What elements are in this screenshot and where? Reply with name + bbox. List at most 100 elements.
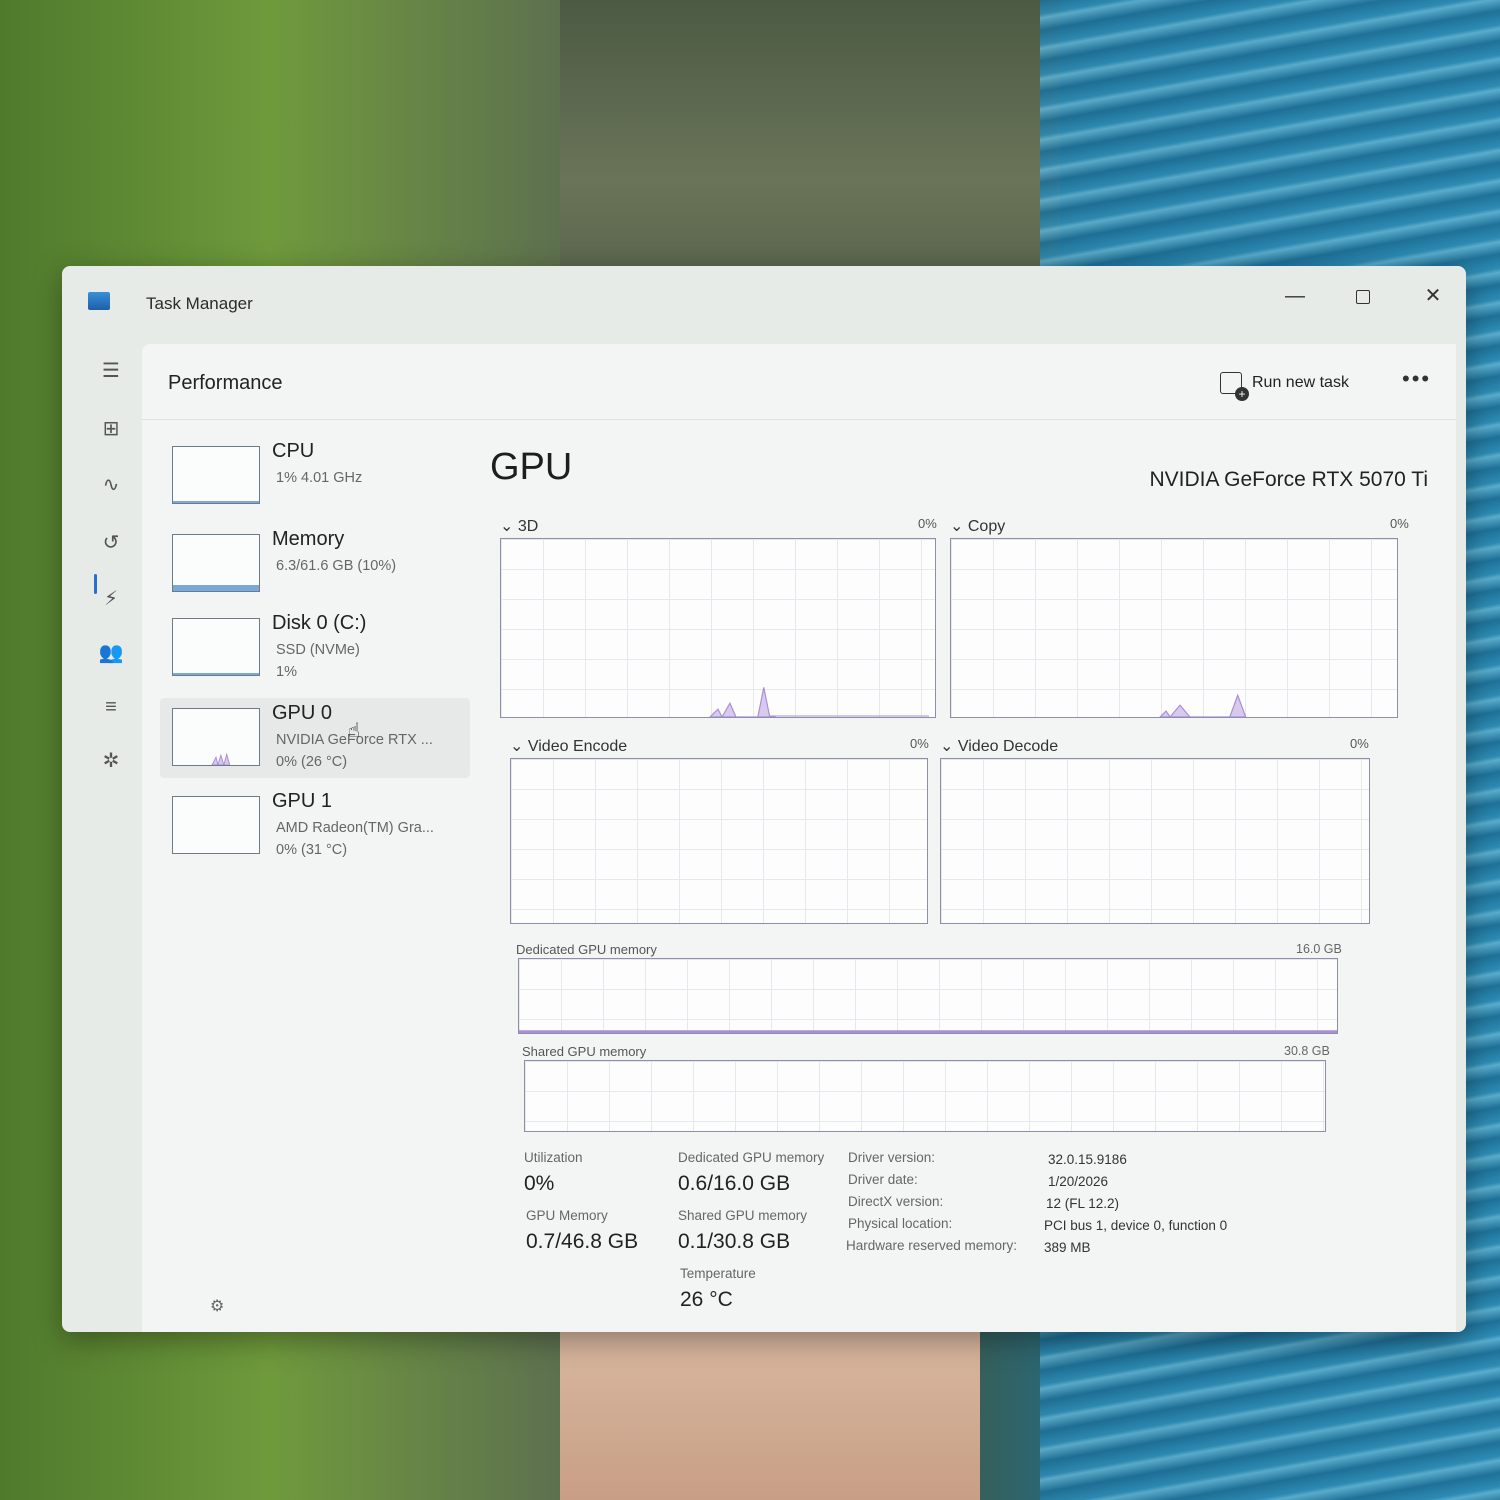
title-bar[interactable]: Task Manager — ✕ — [62, 266, 1466, 344]
hand-pointer-cursor-icon: ☝ — [348, 720, 361, 742]
wallpaper-cliff — [560, 0, 1060, 300]
graph-3d — [500, 538, 936, 718]
device-gpu-1[interactable]: GPU 1 AMD Radeon(TM) Gra... 0% (31 °C) — [160, 786, 470, 866]
device-memory[interactable]: Memory 6.3/61.6 GB (10%) — [160, 524, 470, 604]
shared-memory-graph-label: Shared GPU memory — [522, 1044, 647, 1059]
users-icon[interactable]: 👥 — [96, 638, 126, 668]
window-title: Task Manager — [146, 294, 253, 313]
driver-date-label: Driver date: — [848, 1172, 918, 1187]
device-name: GPU 0 — [272, 702, 333, 724]
memory-thumbnail-fill — [173, 585, 259, 591]
device-detail: SSD (NVMe) — [276, 642, 360, 658]
page-title: Performance — [168, 372, 283, 394]
gpu-memory-label: GPU Memory — [526, 1208, 608, 1223]
performance-icon[interactable]: ∿ — [96, 470, 126, 500]
hardware-reserved-memory-value: 389 MB — [1044, 1240, 1091, 1255]
gpu-heading: GPU — [490, 446, 573, 488]
device-disk-0[interactable]: Disk 0 (C:) SSD (NVMe) 1% — [160, 608, 470, 688]
more-options-button[interactable]: ••• — [1402, 366, 1431, 392]
device-detail: 6.3/61.6 GB (10%) — [276, 558, 397, 574]
gpu1-thumbnail-graph — [172, 796, 260, 854]
device-usage: 1% — [276, 664, 297, 680]
run-new-task-icon — [1220, 372, 1249, 401]
app-history-icon[interactable]: ↺ — [96, 528, 126, 558]
gpu-detail-panel: GPU NVIDIA GeForce RTX 5070 Ti ⌄ 3D 0% ⌄… — [488, 436, 1438, 1316]
shared-memory-label: Shared GPU memory — [678, 1208, 808, 1223]
hardware-reserved-memory-label: Hardware reserved memory: — [846, 1238, 1018, 1253]
hamburger-menu-icon[interactable]: ☰ — [96, 356, 126, 386]
temperature-label: Temperature — [680, 1266, 756, 1281]
device-detail: 1% 4.01 GHz — [276, 470, 363, 486]
dedicated-memory-graph-label: Dedicated GPU memory — [516, 942, 657, 957]
chevron-down-icon: ⌄ — [500, 518, 518, 535]
physical-location-label: Physical location: — [848, 1216, 953, 1231]
graph-copy — [950, 538, 1398, 718]
engine-percent: 0% — [918, 516, 937, 531]
engine-label: Video Encode — [527, 738, 628, 755]
chevron-down-icon: ⌄ — [510, 738, 528, 755]
task-manager-app-icon — [88, 292, 110, 310]
cpu-thumbnail-graph — [172, 446, 260, 504]
graph-video-decode — [940, 758, 1370, 924]
disk-thumbnail-fill — [173, 673, 259, 675]
device-name: CPU — [272, 440, 315, 462]
device-name: GPU 1 — [272, 790, 333, 812]
gpu0-thumbnail-graph — [172, 708, 260, 766]
minimize-button[interactable]: — — [1270, 276, 1320, 316]
shared-memory-value: 0.1/30.8 GB — [678, 1230, 791, 1253]
run-new-task-label: Run new task — [1252, 374, 1349, 391]
engine-selector-3d[interactable]: ⌄ 3D — [500, 516, 538, 536]
engine-percent: 0% — [1350, 736, 1369, 751]
engine-label: Copy — [967, 518, 1006, 535]
services-icon[interactable]: ✲ — [96, 746, 126, 776]
gpu-memory-value: 0.7/46.8 GB — [526, 1230, 639, 1253]
disk-thumbnail-graph — [172, 618, 260, 676]
device-cpu[interactable]: CPU 1% 4.01 GHz — [160, 436, 470, 516]
driver-date-value: 1/20/2026 — [1048, 1174, 1109, 1189]
dedicated-memory-value: 0.6/16.0 GB — [678, 1172, 791, 1195]
engine-percent: 0% — [910, 736, 929, 751]
engine-selector-copy[interactable]: ⌄ Copy — [950, 516, 1005, 536]
graph-dedicated-memory — [518, 958, 1338, 1034]
processes-icon[interactable]: ⊞ — [96, 414, 126, 444]
engine-percent: 0% — [1390, 516, 1409, 531]
device-name: Memory — [272, 528, 345, 550]
settings-gear-icon[interactable]: ⚙ — [210, 1296, 224, 1316]
close-button[interactable]: ✕ — [1408, 276, 1458, 316]
page-header: Performance Run new task ••• — [142, 344, 1456, 420]
utilization-value: 0% — [524, 1172, 555, 1195]
engine-label: Video Decode — [957, 738, 1059, 755]
wallpaper-beach — [560, 1330, 980, 1500]
details-icon[interactable]: ≡ — [96, 692, 126, 722]
gpu-model-name: NVIDIA GeForce RTX 5070 Ti — [1149, 468, 1428, 491]
temperature-value: 26 °C — [680, 1288, 733, 1311]
maximize-icon — [1356, 289, 1370, 304]
graph-shared-memory — [524, 1060, 1326, 1132]
engine-selector-video-encode[interactable]: ⌄ Video Encode — [510, 736, 627, 756]
run-new-task-button[interactable]: Run new task — [1220, 368, 1349, 401]
chevron-down-icon: ⌄ — [940, 738, 958, 755]
graph-video-encode — [510, 758, 928, 924]
dedicated-memory-label: Dedicated GPU memory — [678, 1150, 825, 1165]
directx-version-value: 12 (FL 12.2) — [1046, 1196, 1120, 1211]
engine-selector-video-decode[interactable]: ⌄ Video Decode — [940, 736, 1058, 756]
device-name: Disk 0 (C:) — [272, 612, 367, 634]
task-manager-window: Task Manager — ✕ ☰ ⊞ ∿ ↺ ⚡ 👥 ≡ ✲ Perform… — [62, 266, 1466, 1332]
device-gpu-0[interactable]: GPU 0 NVIDIA GeForce RTX ... 0% (26 °C) — [160, 698, 470, 778]
utilization-label: Utilization — [524, 1150, 583, 1165]
chevron-down-icon: ⌄ — [950, 518, 968, 535]
device-usage: 0% (26 °C) — [276, 754, 348, 770]
maximize-button[interactable] — [1338, 276, 1388, 316]
engine-label: 3D — [517, 518, 539, 535]
device-detail: AMD Radeon(TM) Gra... — [276, 820, 434, 836]
startup-apps-icon[interactable]: ⚡ — [96, 584, 126, 614]
directx-version-label: DirectX version: — [848, 1194, 944, 1209]
dedicated-memory-max: 16.0 GB — [1296, 942, 1342, 956]
device-usage: 0% (31 °C) — [276, 842, 348, 858]
driver-version-label: Driver version: — [848, 1150, 936, 1165]
cpu-thumbnail-fill — [173, 501, 259, 503]
device-list: CPU 1% 4.01 GHz Memory 6.3/61.6 GB (10%)… — [160, 436, 470, 1316]
driver-version-value: 32.0.15.9186 — [1048, 1152, 1127, 1167]
memory-thumbnail-graph — [172, 534, 260, 592]
shared-memory-max: 30.8 GB — [1284, 1044, 1330, 1058]
